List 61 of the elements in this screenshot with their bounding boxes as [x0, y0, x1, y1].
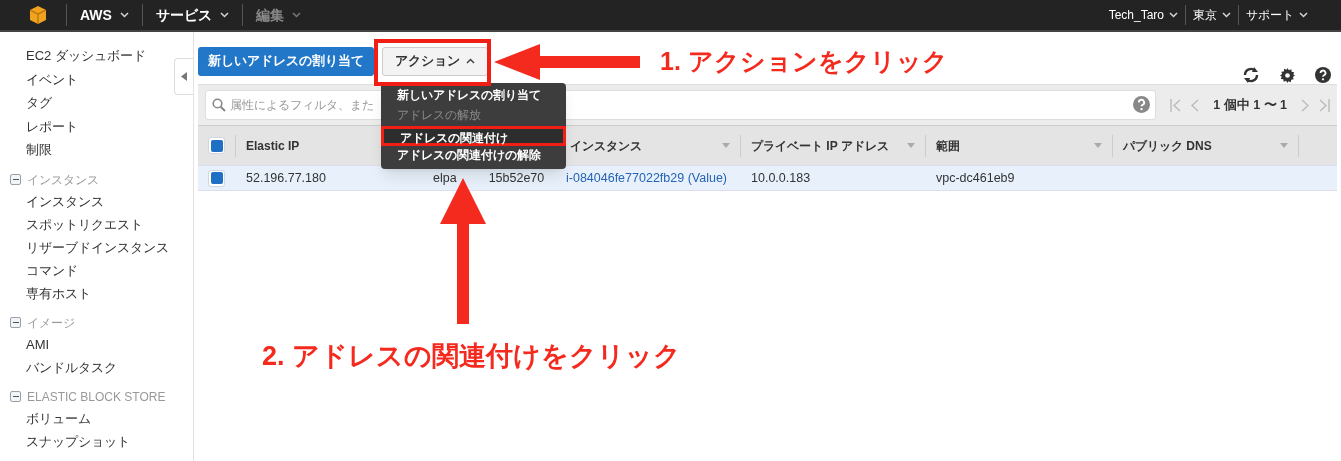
column-header[interactable]: パブリック DNS [1123, 136, 1212, 155]
menu-item[interactable]: アドレスの関連付け [381, 126, 566, 146]
caret-icon [119, 12, 129, 18]
sort-caret-icon [1280, 143, 1288, 148]
caret-icon [219, 12, 229, 18]
column-header[interactable]: プライベート IP アドレス [751, 136, 889, 155]
settings-icon[interactable] [1280, 67, 1295, 83]
actions-button[interactable]: アクション [382, 46, 488, 76]
column-header[interactable]: インスタンス [570, 136, 642, 155]
nav-menu[interactable]: Tech_Taro [1101, 5, 1185, 25]
sidebar-item[interactable]: バンドルタスク [26, 355, 117, 379]
sidebar-item[interactable]: スポットリクエスト [26, 212, 143, 236]
table-cell: i-084046fe77022fb29 (Value) [566, 170, 727, 185]
checkbox[interactable] [208, 169, 225, 187]
sidebar-item[interactable]: コマンド [26, 258, 78, 282]
column-header[interactable]: 範囲 [936, 136, 960, 155]
caret-icon [291, 12, 301, 18]
sidebar-item[interactable]: ボリューム [26, 406, 91, 430]
sort-caret-icon [907, 143, 915, 148]
nav-menu[interactable]: 東京 [1185, 5, 1238, 25]
sidebar-item[interactable]: レポート [26, 114, 78, 138]
annotation-text: 2. アドレスの関連付けをクリック [262, 340, 682, 373]
table-cell: vpc-dc461eb9 [936, 170, 1015, 185]
search-icon [212, 98, 226, 112]
sidebar-item[interactable]: スナップショット [26, 429, 130, 453]
nav-menu[interactable]: サービス [141, 4, 242, 26]
caret-icon [1299, 12, 1308, 18]
checkbox[interactable] [208, 137, 225, 154]
pagination-text: 1 個中 1 〜 1 [1212, 96, 1288, 114]
table-row[interactable]: 52.196.77.180 elpa 15b52e70 i-084046fe77022fb29 (Value) 10.0.0.183 vpc-dc461eb9 [198, 165, 1337, 191]
caret-icon [1169, 12, 1178, 18]
collapse-icon[interactable] [10, 317, 21, 328]
help-icon[interactable] [1315, 67, 1331, 83]
sidebar-item[interactable]: インスタンス [26, 189, 104, 213]
caret-up-icon [466, 58, 475, 64]
table-cell-text: elpa [433, 169, 457, 187]
table-cell: 52.196.77.180 [246, 170, 326, 185]
sort-caret-icon [722, 143, 730, 148]
sidebar-item[interactable]: AMI [26, 332, 50, 356]
table-cell-text: 15b52e70 [488, 169, 545, 187]
collapse-icon[interactable] [10, 174, 21, 185]
sidebar-item[interactable]: 制限 [26, 138, 52, 162]
cube-logo-icon [28, 5, 48, 25]
sidebar-item[interactable]: リザーブドインスタンス [26, 235, 169, 259]
sidebar-collapse-tab[interactable] [174, 58, 193, 95]
column-header[interactable]: Elastic IP [246, 136, 300, 155]
sidebar-item[interactable]: 専有ホスト [26, 281, 91, 305]
sort-caret-icon [1094, 143, 1102, 148]
menu-item[interactable]: アドレスの関連付けの解除 [381, 146, 566, 166]
left-triangle-icon [181, 72, 187, 81]
allocate-address-button[interactable]: 新しいアドレスの割り当て [198, 46, 374, 76]
sidebar-item[interactable]: イベント [26, 67, 78, 91]
sidebar-item[interactable]: EC2 ダッシュボード [26, 44, 146, 68]
sidebar-item[interactable]: タグ [26, 91, 52, 115]
caret-icon [1222, 12, 1231, 18]
table-cell: 10.0.0.183 [751, 170, 811, 185]
nav-menu[interactable]: サポート [1238, 5, 1315, 25]
nav-menu[interactable]: AWS [66, 4, 142, 26]
collapse-icon[interactable] [10, 391, 21, 402]
annotation-text: 1. アクションをクリック [660, 46, 948, 78]
refresh-icon[interactable] [1242, 67, 1260, 83]
